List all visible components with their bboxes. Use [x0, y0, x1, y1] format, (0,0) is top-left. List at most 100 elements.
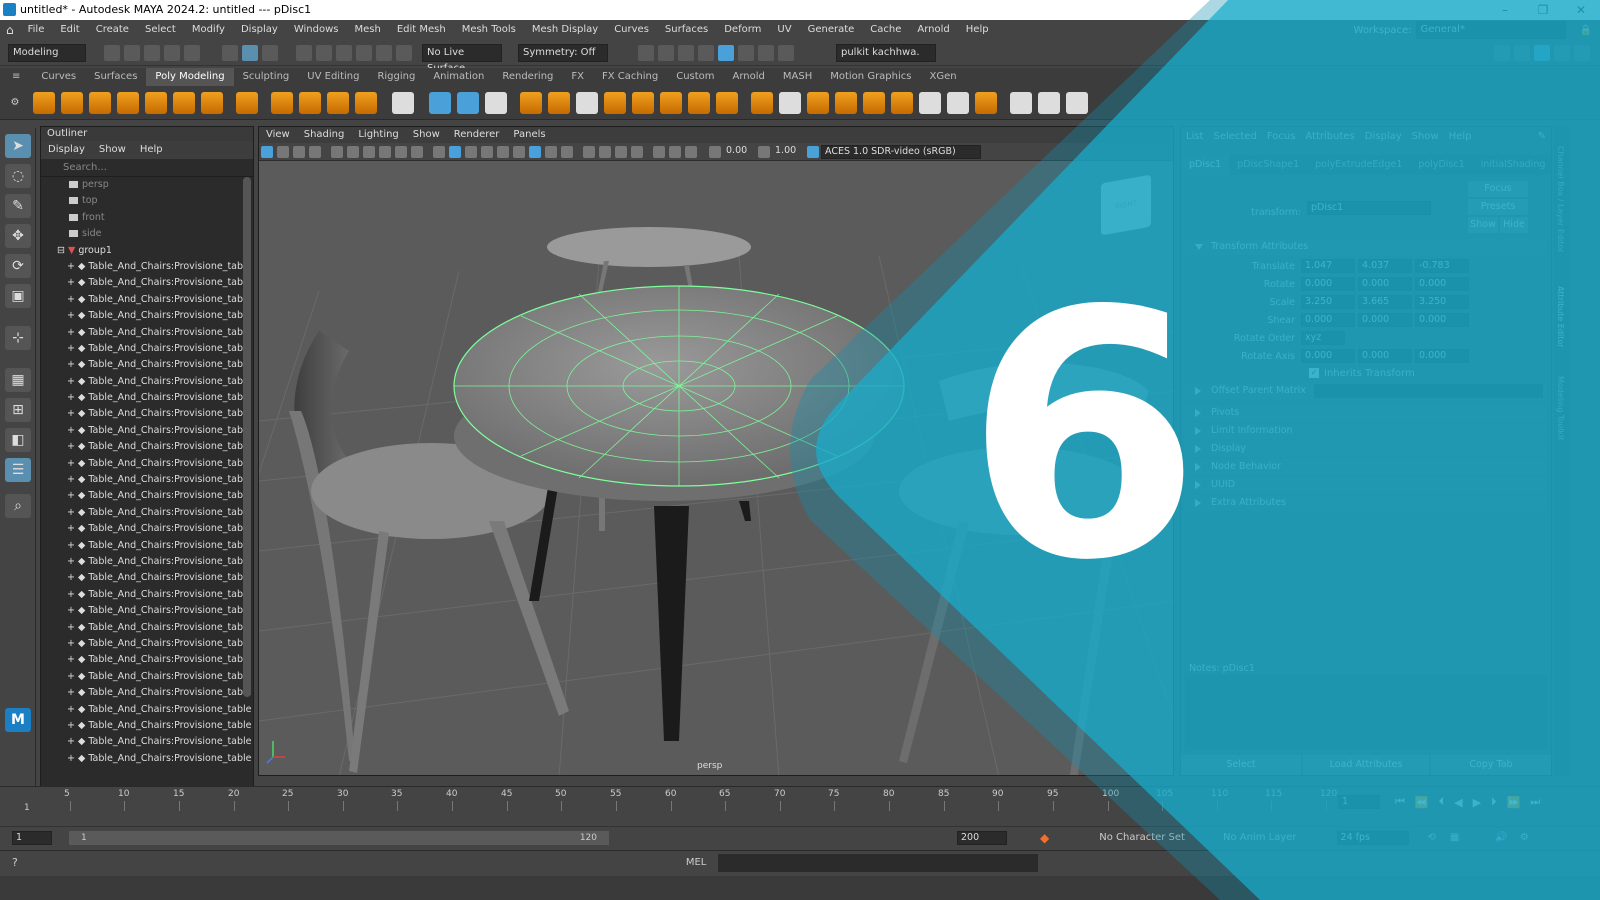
menu-deform[interactable]: Deform: [716, 20, 769, 40]
menu-arnold[interactable]: Arnold: [909, 20, 957, 40]
expand-icon[interactable]: +: [67, 277, 78, 288]
expand-icon[interactable]: +: [67, 392, 78, 403]
close-button[interactable]: ✕: [1562, 0, 1600, 20]
four-view-icon[interactable]: ⊞: [5, 398, 31, 422]
menu-mesh-display[interactable]: Mesh Display: [524, 20, 606, 40]
shelf-tab-uv-editing[interactable]: UV Editing: [298, 68, 368, 86]
mesh-display-icon[interactable]: [429, 91, 451, 114]
remesh-icon[interactable]: [716, 91, 738, 114]
home-icon[interactable]: ⌂: [0, 23, 20, 37]
step-forward-key-icon[interactable]: ⏩: [1507, 796, 1521, 809]
hide-button[interactable]: Hide: [1500, 217, 1528, 233]
quad-draw-icon[interactable]: [1066, 91, 1088, 114]
outliner-item[interactable]: + ◆ Table_And_Chairs:Provisione_table: [41, 341, 253, 357]
grid-icon[interactable]: [331, 145, 343, 158]
outliner-item[interactable]: + ◆ Table_And_Chairs:Provisione_table: [41, 620, 253, 636]
xray-icon[interactable]: [545, 145, 557, 158]
multi-cut-icon[interactable]: [1010, 91, 1032, 114]
select-tool-icon[interactable]: ➤: [5, 134, 31, 158]
channel-box-icon[interactable]: [1574, 44, 1590, 61]
ipr-render-icon[interactable]: [678, 44, 694, 61]
section-uuid[interactable]: UUID: [1185, 477, 1547, 493]
outliner-menu-help[interactable]: Help: [133, 141, 170, 159]
bevel-icon[interactable]: [807, 91, 829, 114]
poly-count-icon[interactable]: [392, 91, 414, 114]
expand-icon[interactable]: +: [67, 523, 78, 534]
shadows-icon[interactable]: [513, 145, 525, 158]
extract-icon[interactable]: [576, 91, 598, 114]
outliner-item[interactable]: + ◆ Table_And_Chairs:Provisione_table: [41, 652, 253, 668]
expand-icon[interactable]: +: [67, 753, 78, 764]
scale-y-field[interactable]: 3.665: [1358, 295, 1412, 309]
lock-icon[interactable]: 🔒: [1580, 25, 1600, 36]
outliner-camera-front[interactable]: front: [41, 210, 253, 226]
ae-menu-show[interactable]: Show: [1407, 127, 1444, 147]
anim-layer-dropdown[interactable]: No Anim Layer: [1223, 832, 1297, 843]
menu-cache[interactable]: Cache: [862, 20, 909, 40]
section-pivots[interactable]: Pivots: [1185, 405, 1547, 421]
expand-icon[interactable]: +: [67, 294, 78, 305]
outliner-item[interactable]: + ◆ Table_And_Chairs:Provisione_table: [41, 472, 253, 488]
tab-pdisc1[interactable]: pDisc1: [1181, 155, 1230, 175]
textured-icon[interactable]: [481, 145, 493, 158]
outliner-item[interactable]: + ◆ Table_And_Chairs:Provisione_table: [41, 751, 253, 767]
paint-select-icon[interactable]: ✎: [5, 194, 31, 218]
presets-button[interactable]: Presets: [1468, 199, 1528, 215]
rotate-x-field[interactable]: 0.000: [1301, 277, 1355, 291]
shelf-tab-rigging[interactable]: Rigging: [368, 68, 424, 86]
motion-blur-icon[interactable]: [599, 145, 611, 158]
maya-logo-icon[interactable]: M: [5, 708, 31, 732]
modeling-toolkit-icon[interactable]: [1494, 44, 1510, 61]
step-back-frame-icon[interactable]: ⏴: [1439, 795, 1445, 809]
platonic-solid-icon[interactable]: [236, 91, 258, 114]
menu-windows[interactable]: Windows: [286, 20, 347, 40]
expand-icon[interactable]: +: [67, 704, 78, 715]
select-button[interactable]: Select: [1181, 755, 1301, 775]
shelf-tab-fx[interactable]: FX: [562, 68, 593, 86]
channel-box-tab[interactable]: Channel Box / Layer Editor: [1556, 146, 1565, 253]
copy-tab-button[interactable]: Copy Tab: [1431, 755, 1551, 775]
outliner-group[interactable]: ⊟ ▼ group1: [41, 243, 253, 259]
hypershade-icon[interactable]: [718, 44, 734, 61]
separate-icon[interactable]: [548, 91, 570, 114]
collapse-icon[interactable]: ⊟: [57, 245, 68, 256]
xray-active-icon[interactable]: [669, 145, 681, 158]
outliner-camera-side[interactable]: side: [41, 226, 253, 242]
outliner-item[interactable]: + ◆ Table_And_Chairs:Provisione_table: [41, 734, 253, 750]
expand-icon[interactable]: +: [67, 458, 78, 469]
outliner-item[interactable]: + ◆ Table_And_Chairs:Provisione_table: [41, 603, 253, 619]
rotate-z-field[interactable]: 0.000: [1415, 277, 1469, 291]
outliner-item[interactable]: + ◆ Table_And_Chairs:Provisione_table: [41, 292, 253, 308]
outliner-item[interactable]: + ◆ Table_And_Chairs:Provisione_table: [41, 456, 253, 472]
expand-icon[interactable]: +: [67, 425, 78, 436]
shear-y-field[interactable]: 0.000: [1358, 313, 1412, 327]
minimize-button[interactable]: –: [1486, 0, 1524, 20]
merge-icon[interactable]: [975, 91, 997, 114]
shelf-tab-fx-caching[interactable]: FX Caching: [593, 68, 667, 86]
outliner-item[interactable]: + ◆ Table_And_Chairs:Provisione_table: [41, 439, 253, 455]
menu-help[interactable]: Help: [958, 20, 997, 40]
start-time-field[interactable]: 1: [12, 830, 52, 845]
viewport-menu-show[interactable]: Show: [406, 127, 447, 143]
expand-icon[interactable]: +: [67, 556, 78, 567]
notes-field[interactable]: [1185, 675, 1547, 749]
outliner-item[interactable]: + ◆ Table_And_Chairs:Provisione_table: [41, 570, 253, 586]
poly-svg-icon[interactable]: [355, 91, 377, 114]
gate-mask-icon[interactable]: [379, 145, 391, 158]
transform-name-field[interactable]: pDisc1: [1307, 201, 1431, 215]
poly-sphere-icon[interactable]: [33, 91, 55, 114]
wireframe-icon[interactable]: [433, 145, 445, 158]
super-shape-icon[interactable]: [271, 91, 293, 114]
arnold-render-icon[interactable]: [738, 44, 754, 61]
bookmarks-icon[interactable]: [293, 145, 305, 158]
character-set-dropdown[interactable]: No Character Set: [1099, 832, 1185, 843]
scale-x-field[interactable]: 3.250: [1301, 295, 1355, 309]
expand-icon[interactable]: +: [67, 507, 78, 518]
collapse-icon[interactable]: [947, 91, 969, 114]
workspace-dropdown[interactable]: General*: [1415, 21, 1566, 39]
redo-icon[interactable]: [184, 44, 200, 61]
menu-curves[interactable]: Curves: [606, 20, 657, 40]
expand-icon[interactable]: +: [67, 638, 78, 649]
outliner-item[interactable]: + ◆ Table_And_Chairs:Provisione_table: [41, 374, 253, 390]
step-back-key-icon[interactable]: ⏪: [1415, 796, 1429, 809]
